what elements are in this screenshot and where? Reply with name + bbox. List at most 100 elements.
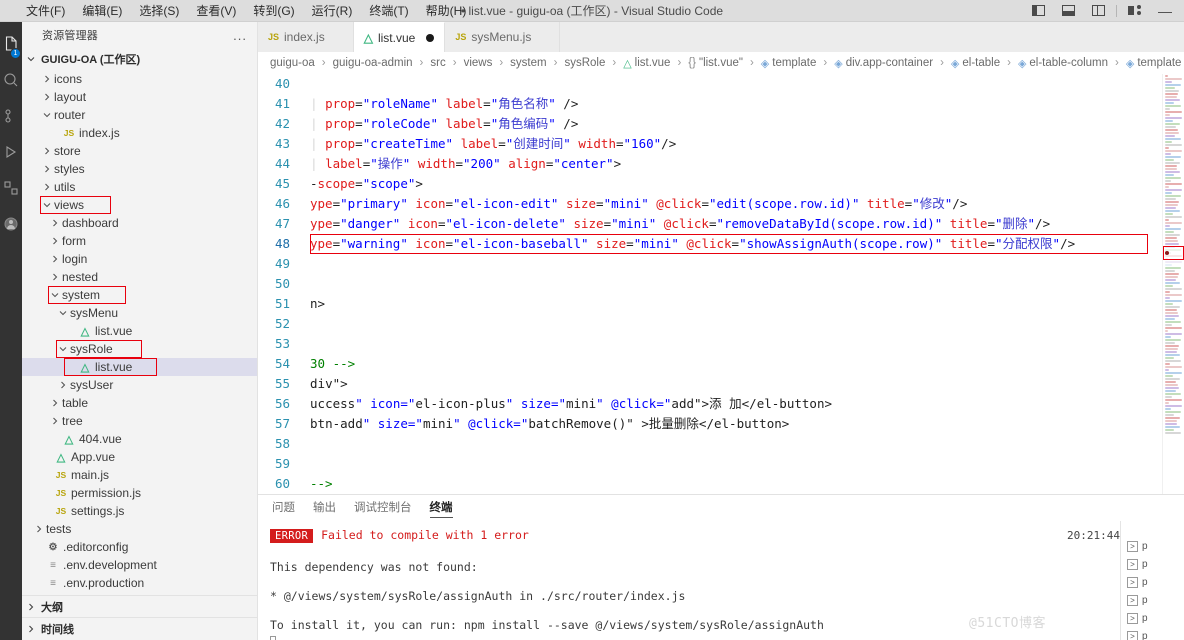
tree-item-App-vue[interactable]: △ App.vue	[22, 448, 257, 466]
breadcrumb-item-template[interactable]: ◈ template	[761, 57, 817, 70]
menu-edit[interactable]: 编辑(E)	[74, 0, 130, 21]
tree-item-styles[interactable]: styles	[22, 160, 257, 178]
tree-item-sysMenu[interactable]: sysMenu	[22, 304, 257, 322]
code-line[interactable]: 57 btn-add" size="mini" @click="batchRemo…	[258, 414, 1162, 434]
toggle-secondary-sidebar-button[interactable]	[1083, 0, 1113, 22]
breadcrumb-item-listvue[interactable]: {} "list.vue"	[688, 57, 743, 69]
breadcrumb-item-sysRole[interactable]: sysRole	[564, 57, 605, 69]
panel-tab-调试控制台[interactable]: 调试控制台	[354, 499, 412, 517]
code-line[interactable]: 46 ype="primary" icon="el-icon-edit" size…	[258, 194, 1162, 214]
editor-tab-index-js[interactable]: JSindex.js×	[258, 22, 354, 52]
terminal-list-item[interactable]: > p	[1121, 591, 1184, 609]
tree-item-index-js[interactable]: JS index.js	[22, 124, 257, 142]
panel-tab-问题[interactable]: 问题	[272, 499, 295, 517]
breadcrumb-item-divappcontainer[interactable]: ◈ div.app-container	[834, 57, 933, 70]
explorer-more-actions-button[interactable]: ...	[233, 28, 253, 43]
breadcrumb[interactable]: guigu-oa › guigu-oa-admin › src › views › system…	[258, 52, 1184, 74]
terminal-list-item[interactable]: > p	[1121, 609, 1184, 627]
tree-item-form[interactable]: form	[22, 232, 257, 250]
tree-item-404-vue[interactable]: △ 404.vue	[22, 430, 257, 448]
tree-item-main-js[interactable]: JS main.js	[22, 466, 257, 484]
activity-source-control[interactable]	[0, 98, 22, 134]
code-line[interactable]: 43 ∣ prop="createTime" label="创建时间" width…	[258, 134, 1162, 154]
panel-tab-bar[interactable]: 问题 输出 调试控制台 终端	[258, 495, 1184, 521]
workspace-root-row[interactable]: GUIGU-OA (工作区)	[22, 48, 257, 70]
tree-item-permission-js[interactable]: JS permission.js	[22, 484, 257, 502]
customize-layout-button[interactable]	[1120, 0, 1150, 22]
menu-view[interactable]: 查看(V)	[188, 0, 244, 21]
file-tree[interactable]: icons layout router JS index.js store styles ut…	[22, 70, 257, 595]
code-line[interactable]: 54 30 -->	[258, 354, 1162, 374]
breadcrumb-item-listvue[interactable]: △ list.vue	[623, 57, 670, 70]
code-line[interactable]: 47 ype="danger" icon="el-icon-delete" siz…	[258, 214, 1162, 234]
menu-file[interactable]: 文件(F)	[18, 0, 73, 21]
tree-item-icons[interactable]: icons	[22, 70, 257, 88]
activity-accounts[interactable]	[0, 206, 22, 242]
code-line[interactable]: 55 div">	[258, 374, 1162, 394]
breadcrumb-item-system[interactable]: system	[510, 57, 546, 69]
tree-item-store[interactable]: store	[22, 142, 257, 160]
code-line[interactable]: 41 ∣ prop="roleName" label="角色名称" />	[258, 94, 1162, 114]
editor-tab-sysMenu-js[interactable]: JSsysMenu.js×	[445, 22, 561, 52]
tree-item-sysRole[interactable]: sysRole	[22, 340, 257, 358]
code-lines[interactable]: 40 41 ∣ prop="roleName" label="角色名称" /> 42 ∣…	[258, 74, 1162, 494]
menu-terminal[interactable]: 终端(T)	[361, 0, 416, 21]
code-line[interactable]: 51 n>	[258, 294, 1162, 314]
menu-go[interactable]: 转到(G)	[245, 0, 302, 21]
terminal-output[interactable]: ERROR Failed to compile with 1 error This…	[258, 521, 1120, 640]
panel-tab-输出[interactable]: 输出	[313, 499, 336, 517]
minimap[interactable]	[1162, 74, 1184, 494]
tree-item-dashboard[interactable]: dashboard	[22, 214, 257, 232]
code-line[interactable]: 40	[258, 74, 1162, 94]
terminal-list-item[interactable]: > p	[1121, 627, 1184, 640]
code-line[interactable]: 44 ∣ label="操作" width="200" align="center…	[258, 154, 1162, 174]
tree-item-tree[interactable]: tree	[22, 412, 257, 430]
tree-item-table[interactable]: table	[22, 394, 257, 412]
panel-tab-终端[interactable]: 终端	[429, 499, 453, 518]
tree-item--env-development[interactable]: ≡ .env.development	[22, 556, 257, 574]
tree-item-system[interactable]: system	[22, 286, 257, 304]
section-outline[interactable]: 大纲	[22, 596, 257, 618]
editor-tab-bar[interactable]: JSindex.js×△list.vueJSsysMenu.js×	[258, 22, 1184, 52]
activity-search[interactable]	[0, 62, 22, 98]
code-line[interactable]: 50	[258, 274, 1162, 294]
breadcrumb-item-src[interactable]: src	[430, 57, 445, 69]
breadcrumb-item-eltablecolumn[interactable]: ◈ el-table-column	[1018, 57, 1108, 70]
toggle-primary-sidebar-button[interactable]	[1023, 0, 1053, 22]
code-line[interactable]: 49	[258, 254, 1162, 274]
tree-item--editorconfig[interactable]: ⚙ .editorconfig	[22, 538, 257, 556]
tree-item-login[interactable]: login	[22, 250, 257, 268]
tree-item-layout[interactable]: layout	[22, 88, 257, 106]
code-line[interactable]: 52	[258, 314, 1162, 334]
terminal-list-item[interactable]: > p	[1121, 555, 1184, 573]
code-line[interactable]: 60 -->	[258, 474, 1162, 494]
terminal-list[interactable]: >p>p>p>p>p>p>p	[1120, 521, 1184, 640]
editor-tab-list-vue[interactable]: △ list.vue	[353, 22, 446, 52]
minimize-button[interactable]: —	[1150, 0, 1180, 22]
tree-item-list-vue[interactable]: △ list.vue	[22, 358, 257, 376]
activity-explorer[interactable]: 1	[0, 26, 22, 62]
code-line[interactable]: 59	[258, 454, 1162, 474]
toggle-panel-button[interactable]	[1053, 0, 1083, 22]
code-line[interactable]: 56 uccess" icon="el-icon-plus" size="mini…	[258, 394, 1162, 414]
breadcrumb-item-eltable[interactable]: ◈ el-table	[951, 57, 1000, 70]
breadcrumb-item-guiguoaadmin[interactable]: guigu-oa-admin	[333, 57, 413, 69]
menu-help[interactable]: 帮助(H)	[418, 0, 475, 21]
breadcrumb-item-template[interactable]: ◈ template	[1126, 57, 1182, 70]
code-line[interactable]: 45 -scope="scope">	[258, 174, 1162, 194]
tree-item-views[interactable]: views	[22, 196, 257, 214]
activity-extensions[interactable]	[0, 170, 22, 206]
code-line[interactable]: 48 ype="warning" icon="el-icon-baseball" …	[258, 234, 1162, 254]
code-line[interactable]: 58	[258, 434, 1162, 454]
unsaved-dot-icon[interactable]	[426, 33, 435, 42]
tree-item-settings-js[interactable]: JS settings.js	[22, 502, 257, 520]
code-line[interactable]: 53	[258, 334, 1162, 354]
terminal-list-item[interactable]: > p	[1121, 573, 1184, 591]
tree-item-nested[interactable]: nested	[22, 268, 257, 286]
tree-item--env-production[interactable]: ≡ .env.production	[22, 574, 257, 592]
menu-select[interactable]: 选择(S)	[131, 0, 187, 21]
menu-run[interactable]: 运行(R)	[304, 0, 361, 21]
activity-run-and-debug[interactable]	[0, 134, 22, 170]
breadcrumb-item-views[interactable]: views	[464, 57, 493, 69]
tree-item-tests[interactable]: tests	[22, 520, 257, 538]
